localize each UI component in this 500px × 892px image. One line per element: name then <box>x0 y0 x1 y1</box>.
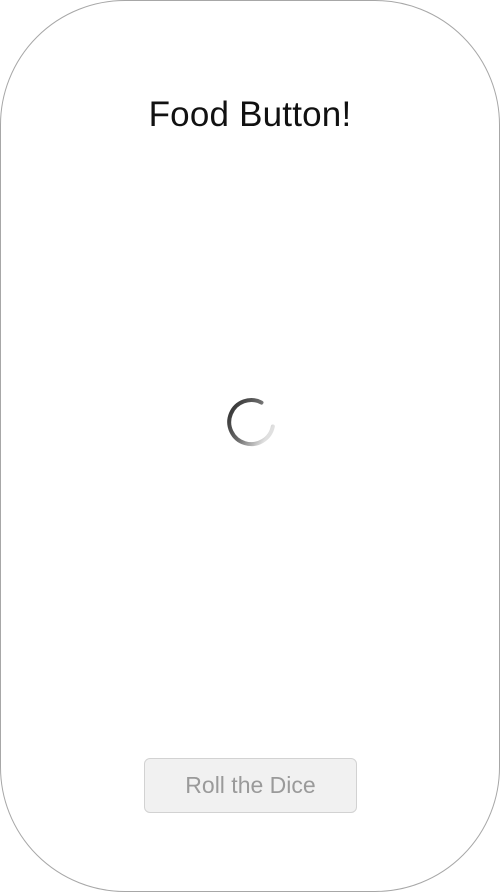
roll-dice-button[interactable]: Roll the Dice <box>144 758 357 813</box>
device-frame: Food Button! Roll the Dice <box>0 0 500 892</box>
spinner-icon <box>227 398 275 447</box>
app-title: Food Button! <box>148 95 352 134</box>
loading-spinner <box>225 396 277 448</box>
